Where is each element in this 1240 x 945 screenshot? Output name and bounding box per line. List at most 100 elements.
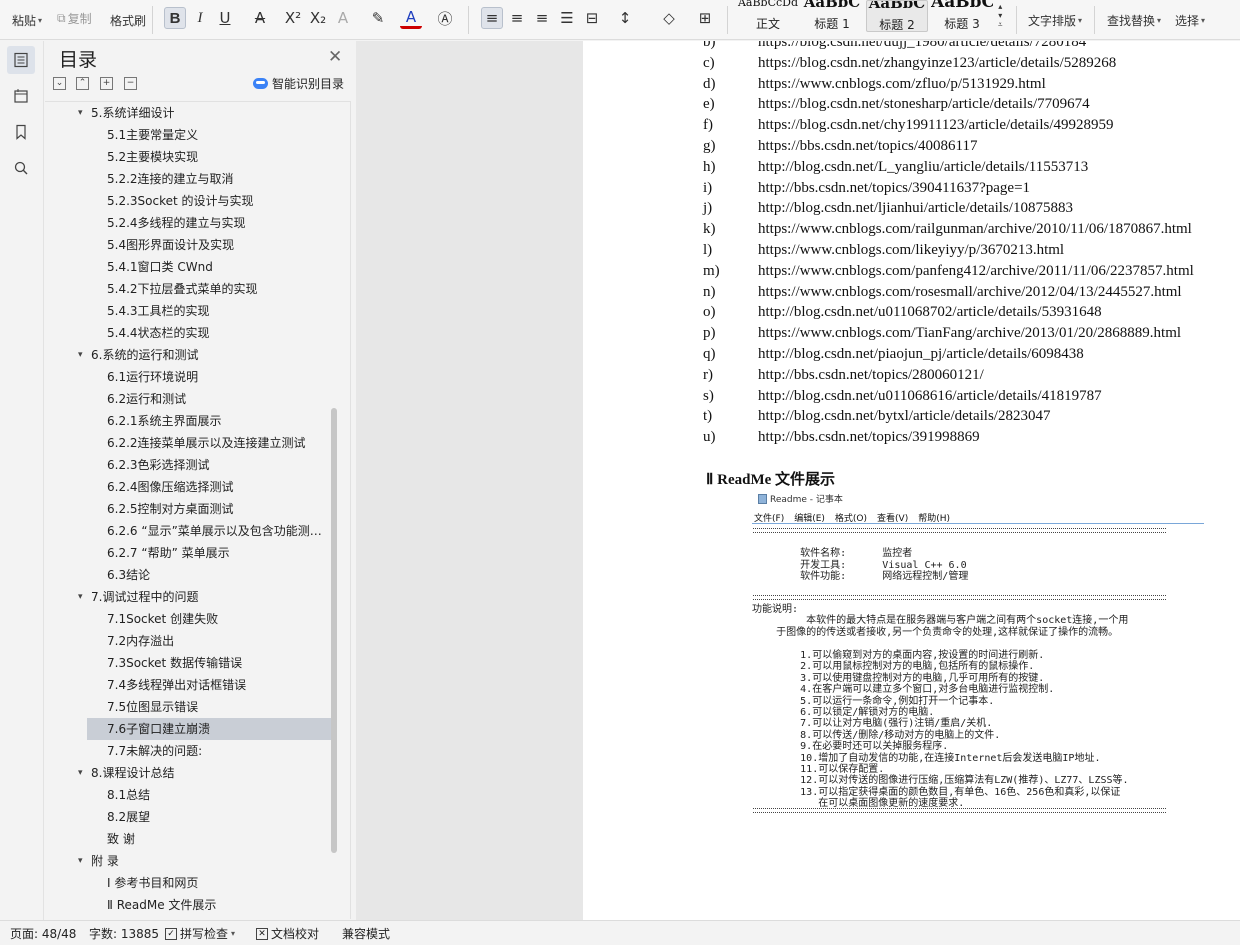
toc-item[interactable]: 7.3Socket 数据传输错误 bbox=[45, 652, 331, 674]
char-border-button[interactable]: Ⓐ bbox=[434, 7, 456, 29]
toc-item[interactable]: 7.5位图显示错误 bbox=[45, 696, 331, 718]
toc-item[interactable]: 7.7未解决的问题: bbox=[45, 740, 331, 762]
reference-url[interactable]: http://bbs.csdn.net/topics/390411637?pag… bbox=[758, 178, 1030, 199]
reference-url[interactable]: http://bbs.csdn.net/topics/280060121/ bbox=[758, 365, 984, 386]
style-heading-2[interactable]: AaBbC 标题 2 bbox=[866, 0, 928, 32]
chevron-down-icon[interactable]: ▾ bbox=[78, 344, 83, 366]
style-gallery-scroll[interactable]: ▴ ▾ ⩡ bbox=[998, 2, 1003, 30]
toc-panel-icon[interactable] bbox=[7, 46, 35, 74]
bookmark-icon[interactable] bbox=[7, 118, 35, 146]
style-normal[interactable]: AaBbCcDd 正文 bbox=[737, 0, 799, 32]
proofread-button[interactable]: ✕ 文档校对 bbox=[256, 925, 319, 942]
toc-item[interactable]: 7.1Socket 创建失败 bbox=[45, 608, 331, 630]
toc-item[interactable]: ▾ 8.课程设计总结 bbox=[45, 762, 331, 784]
reference-url[interactable]: https://blog.csdn.net/zhangyinze123/arti… bbox=[758, 53, 1116, 74]
toc-item[interactable]: 6.2.2连接菜单展示以及连接建立测试 bbox=[45, 432, 331, 454]
toc-item[interactable]: 5.2主要模块实现 bbox=[45, 146, 331, 168]
reference-url[interactable]: https://blog.csdn.net/chy19911123/articl… bbox=[758, 115, 1114, 136]
shading-icon[interactable]: ◇ bbox=[658, 7, 680, 29]
remove-heading-icon[interactable]: − bbox=[124, 77, 137, 90]
toc-item[interactable]: 6.2.4图像压缩选择测试 bbox=[45, 476, 331, 498]
format-painter-button[interactable]: 格式刷 bbox=[110, 12, 146, 29]
reference-url[interactable]: https://blog.csdn.net/stonesharp/article… bbox=[758, 94, 1090, 115]
font-color-button[interactable]: A bbox=[400, 7, 422, 29]
reference-url[interactable]: http://blog.csdn.net/u011068702/article/… bbox=[758, 302, 1102, 323]
chevron-down-icon[interactable]: ▾ bbox=[78, 102, 83, 124]
document-page[interactable]: b) https://blog.csdn.net/dujj_1980/articl… bbox=[583, 41, 1240, 920]
toc-item[interactable]: 6.2.5控制对方桌面测试 bbox=[45, 498, 331, 520]
toc-item[interactable]: 致 谢 bbox=[45, 828, 331, 850]
toc-item[interactable]: 6.1运行环境说明 bbox=[45, 366, 331, 388]
chevron-down-icon[interactable]: ▾ bbox=[78, 762, 83, 784]
toc-item[interactable]: 5.4.2下拉层叠式菜单的实现 bbox=[45, 278, 331, 300]
copy-button[interactable]: ⧉ 复制 bbox=[57, 10, 92, 27]
reference-url[interactable]: http://blog.csdn.net/L_yangliu/article/d… bbox=[758, 157, 1088, 178]
reference-url[interactable]: http://blog.csdn.net/bytxl/article/detai… bbox=[758, 406, 1050, 427]
toc-item[interactable]: 6.2.6 “显示”菜单展示以及包含功能测… bbox=[45, 520, 331, 542]
toc-item[interactable]: 5.1主要常量定义 bbox=[45, 124, 331, 146]
toc-item[interactable]: ▾ 6.系统的运行和测试 bbox=[45, 344, 331, 366]
reference-url[interactable]: https://www.cnblogs.com/railgunman/archi… bbox=[758, 219, 1192, 240]
reference-url[interactable]: http://blog.csdn.net/ljianhui/article/de… bbox=[758, 198, 1073, 219]
align-right-icon[interactable]: ≡ bbox=[531, 7, 553, 29]
toc-item[interactable]: ▾ 7.调试过程中的问题 bbox=[45, 586, 331, 608]
toc-item[interactable]: 7.2内存溢出 bbox=[45, 630, 331, 652]
line-spacing-icon[interactable]: ↕ bbox=[614, 7, 636, 29]
spell-check-button[interactable]: ✓ 拼写检查 ▾ bbox=[165, 925, 235, 942]
reference-url[interactable]: https://www.cnblogs.com/panfeng412/archi… bbox=[758, 261, 1194, 282]
text-layout-button[interactable]: 文字排版 ▾ bbox=[1028, 12, 1082, 29]
underline-button[interactable]: U bbox=[214, 7, 236, 29]
close-icon[interactable]: ✕ bbox=[328, 47, 342, 67]
select-button[interactable]: 选择 ▾ bbox=[1175, 12, 1205, 29]
bold-button[interactable]: B bbox=[164, 7, 186, 29]
expand-all-icon[interactable]: ⌃ bbox=[76, 77, 89, 90]
collapse-all-icon[interactable]: ⌄ bbox=[53, 77, 66, 90]
chapter-nav-icon[interactable] bbox=[7, 82, 35, 110]
reference-url[interactable]: http://bbs.csdn.net/topics/391998869 bbox=[758, 427, 980, 448]
smart-toc-button[interactable]: 智能识别目录 bbox=[253, 75, 344, 92]
superscript-button[interactable]: X² bbox=[282, 7, 304, 29]
toc-item[interactable]: ▾ 附 录 bbox=[45, 850, 331, 872]
highlight-icon[interactable]: ✎ bbox=[367, 7, 389, 29]
toc-item[interactable]: 6.3结论 bbox=[45, 564, 331, 586]
word-count[interactable]: 字数: 13885 bbox=[89, 925, 159, 942]
style-heading-1[interactable]: AaBbC 标题 1 bbox=[801, 0, 863, 32]
toc-item[interactable]: 5.4图形界面设计及实现 bbox=[45, 234, 331, 256]
toc-item[interactable]: 8.2展望 bbox=[45, 806, 331, 828]
toc-item[interactable]: 8.1总结 bbox=[45, 784, 331, 806]
chevron-down-icon[interactable]: ▾ bbox=[78, 586, 83, 608]
toc-item[interactable]: Ⅱ ReadMe 文件展示 bbox=[45, 894, 331, 916]
toc-item[interactable]: ▾ 5.系统详细设计 bbox=[45, 102, 331, 124]
toc-item[interactable]: 5.4.3工具栏的实现 bbox=[45, 300, 331, 322]
text-effect-button[interactable]: A bbox=[332, 7, 354, 29]
align-left-icon[interactable]: ≡ bbox=[481, 7, 503, 29]
reference-url[interactable]: https://www.cnblogs.com/TianFang/archive… bbox=[758, 323, 1181, 344]
subscript-button[interactable]: X₂ bbox=[307, 7, 329, 29]
toc-item[interactable]: 6.2运行和测试 bbox=[45, 388, 331, 410]
toc-scrollbar[interactable] bbox=[331, 408, 337, 853]
toc-item[interactable]: 7.4多线程弹出对话框错误 bbox=[45, 674, 331, 696]
reference-url[interactable]: http://blog.csdn.net/piaojun_pj/article/… bbox=[758, 344, 1084, 365]
reference-url[interactable]: https://www.cnblogs.com/rosesmall/archiv… bbox=[758, 282, 1182, 303]
find-replace-button[interactable]: 查找替换 ▾ bbox=[1107, 12, 1161, 29]
toc-item[interactable]: 5.2.4多线程的建立与实现 bbox=[45, 212, 331, 234]
toc-item[interactable]: 5.4.4状态栏的实现 bbox=[45, 322, 331, 344]
search-icon[interactable] bbox=[7, 154, 35, 182]
justify-icon[interactable]: ☰ bbox=[556, 7, 578, 29]
paste-button[interactable]: 粘贴 ▾ bbox=[12, 12, 42, 29]
reference-url[interactable]: https://www.cnblogs.com/likeyiyy/p/36702… bbox=[758, 240, 1064, 261]
toc-item[interactable]: 6.2.1系统主界面展示 bbox=[45, 410, 331, 432]
chevron-down-icon[interactable]: ▾ bbox=[78, 850, 83, 872]
strikethrough-button[interactable]: A bbox=[249, 7, 271, 29]
italic-button[interactable]: I bbox=[189, 7, 211, 29]
toc-item[interactable]: 7.6子窗口建立崩溃 bbox=[87, 718, 331, 740]
toc-item[interactable]: Ⅰ 参考书目和网页 bbox=[45, 872, 331, 894]
toc-item[interactable]: 6.2.3色彩选择测试 bbox=[45, 454, 331, 476]
add-heading-icon[interactable]: + bbox=[100, 77, 113, 90]
reference-url[interactable]: https://blog.csdn.net/dujj_1980/article/… bbox=[758, 41, 1086, 53]
toc-item[interactable]: 5.2.3Socket 的设计与实现 bbox=[45, 190, 331, 212]
distribute-icon[interactable]: ⊟ bbox=[581, 7, 603, 29]
reference-url[interactable]: http://blog.csdn.net/u011068616/article/… bbox=[758, 386, 1102, 407]
page-indicator[interactable]: 页面: 48/48 bbox=[10, 925, 76, 942]
align-center-icon[interactable]: ≡ bbox=[506, 7, 528, 29]
